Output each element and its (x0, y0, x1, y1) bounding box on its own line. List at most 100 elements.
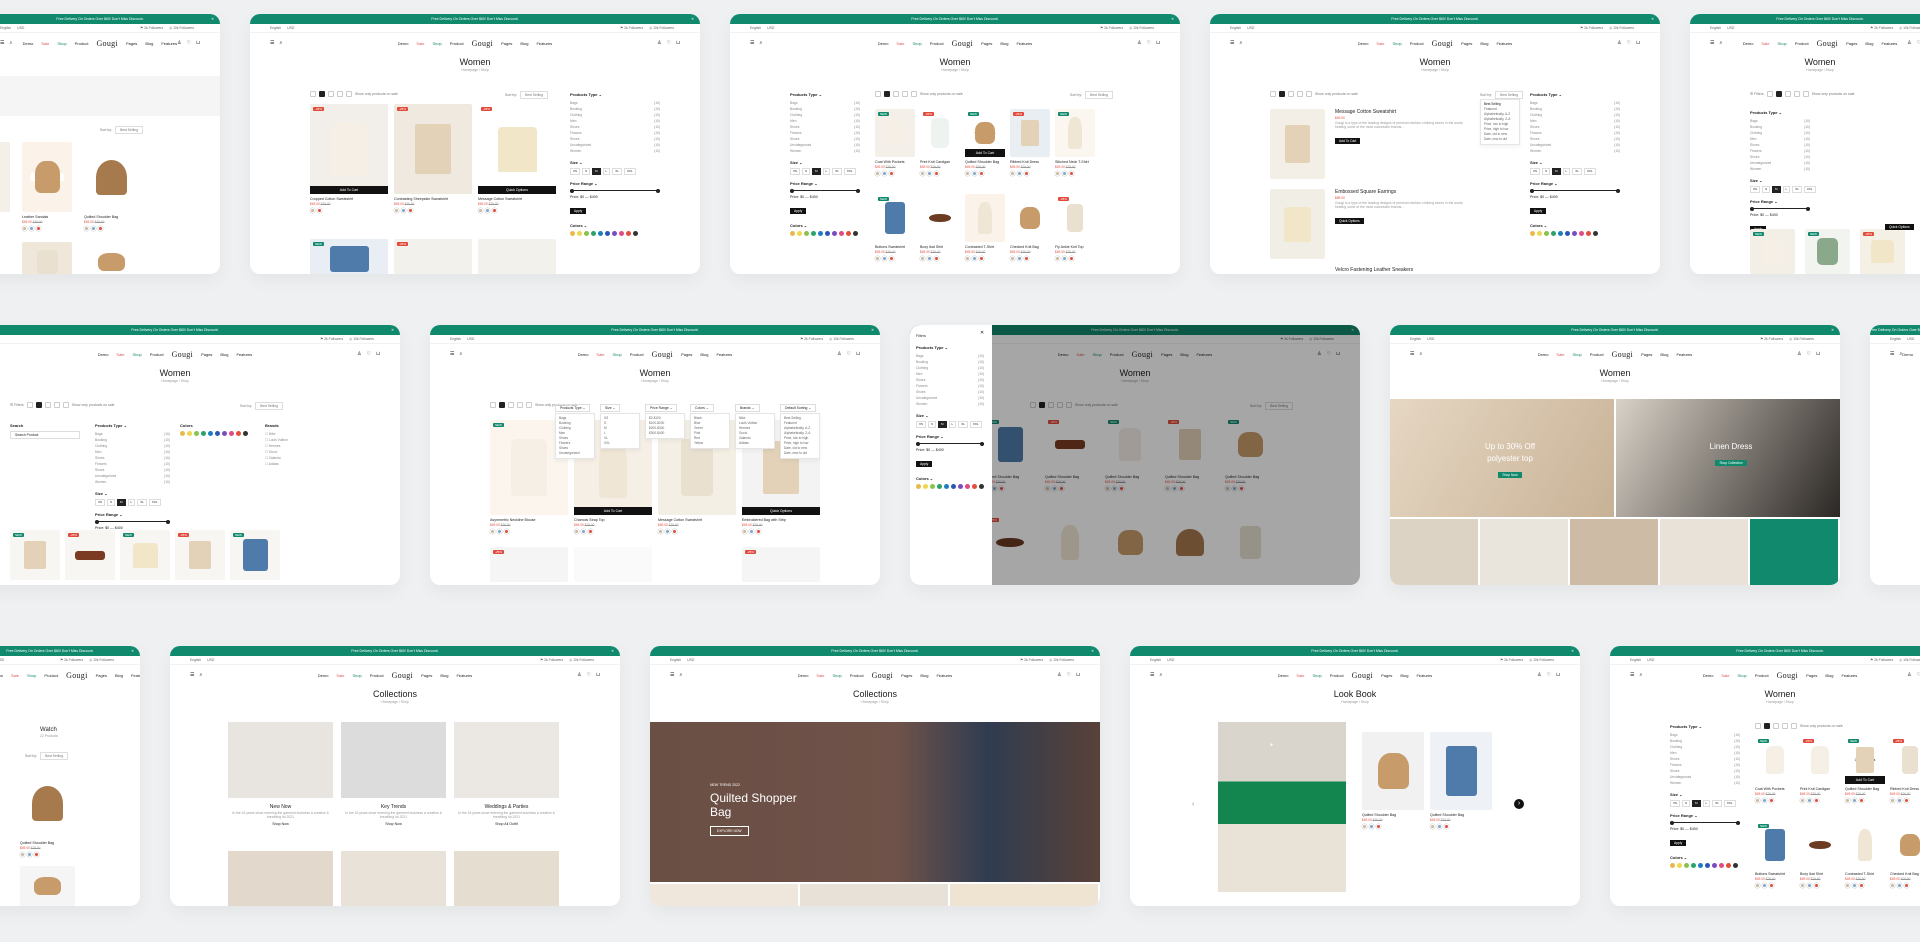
add-to-cart-button[interactable]: Quick Options (478, 186, 556, 194)
nav-item-product[interactable]: Product (1795, 41, 1809, 46)
color-filter-swatch[interactable] (818, 231, 823, 236)
filter-type-item[interactable]: Women (10) (95, 479, 170, 485)
color-filter-swatch[interactable] (916, 484, 921, 489)
product-card[interactable]: NEWAdd To CartQuick OptionsQuilted Shoul… (1845, 736, 1885, 803)
color-filter-swatch[interactable] (1670, 863, 1675, 868)
product-image[interactable] (22, 242, 72, 274)
color-filter-swatch[interactable] (846, 231, 851, 236)
size-option[interactable]: M (1552, 168, 1561, 175)
product-name[interactable]: Quilted Shoulder Bag (1845, 787, 1885, 791)
brand-item[interactable]: ☐ Adidas (265, 461, 335, 467)
currency-select[interactable]: USD (287, 26, 294, 30)
close-icon[interactable]: ✕ (391, 325, 394, 335)
colors-heading[interactable]: Colors ⌄ (1670, 855, 1740, 860)
grid-view-button-2[interactable] (319, 91, 325, 97)
grid-view-button-3[interactable] (1288, 91, 1294, 97)
color-filter-swatch[interactable] (1565, 231, 1570, 236)
color-filter-swatch[interactable] (797, 231, 802, 236)
hamburger-icon[interactable]: ☰ (270, 40, 274, 46)
color-swatch[interactable] (485, 208, 490, 213)
nav-item-demo[interactable]: Demo (578, 352, 589, 357)
wishlist-icon[interactable]: ♡ (1917, 672, 1920, 678)
nav-item-blog[interactable]: Blog (220, 352, 228, 357)
size-option[interactable]: XL (137, 499, 147, 506)
nav-item-blog[interactable]: Blog (520, 41, 528, 46)
product-card[interactable]: -25%Quick View Print Knit Cardigan$49.00 … (920, 109, 960, 176)
grid-view-button-1[interactable] (875, 91, 881, 97)
product-name[interactable]: Embossed Square Earrings (1335, 189, 1475, 195)
nav-item-features[interactable]: Features (536, 41, 552, 46)
color-swatch[interactable] (1010, 171, 1015, 176)
language-select[interactable]: English (750, 26, 761, 30)
price-range-heading[interactable]: Price Range ⌄ (790, 181, 860, 186)
nav-item-product[interactable]: Product (44, 673, 58, 678)
nav-item-features[interactable]: Features (131, 673, 140, 678)
color-swatch[interactable] (1897, 798, 1902, 803)
size-option[interactable]: XXL (623, 168, 636, 175)
nav-item-sale[interactable]: Sale (116, 352, 124, 357)
currency-select[interactable]: USD (1647, 658, 1654, 662)
size-option[interactable]: XXL (1803, 186, 1816, 193)
color-swatch[interactable] (1845, 798, 1850, 803)
account-icon[interactable]: ♙ (1537, 672, 1541, 678)
color-swatch[interactable] (478, 208, 483, 213)
sort-option[interactable]: Date, new to old (1484, 137, 1516, 142)
nav-item-blog[interactable]: Blog (1000, 41, 1008, 46)
color-swatch[interactable] (1807, 883, 1812, 888)
color-filter-swatch[interactable] (1551, 231, 1556, 236)
logo[interactable]: Gougi (872, 671, 894, 680)
wishlist-icon[interactable]: ♡ (1147, 40, 1151, 46)
product-card[interactable]: -25% (490, 547, 568, 582)
wishlist-icon[interactable]: ♡ (1067, 672, 1071, 678)
color-swatch[interactable] (22, 226, 27, 231)
cart-icon[interactable]: ⊔ (1816, 351, 1820, 357)
price-range-heading[interactable]: Price Range ⌄ (1530, 181, 1620, 186)
hamburger-icon[interactable]: ☰ (1150, 672, 1154, 678)
grid-view-button-3[interactable] (328, 91, 334, 97)
color-filter-swatch[interactable] (1705, 863, 1710, 868)
color-swatch[interactable] (408, 208, 413, 213)
nav-item-shop[interactable]: Shop (1737, 673, 1746, 678)
size-option[interactable]: XXL (148, 499, 161, 506)
currency-select[interactable]: USD (17, 26, 24, 30)
product-name[interactable]: Ribbed Knit Dress (1010, 160, 1050, 164)
product-image[interactable]: -25%Quick View (920, 109, 960, 157)
color-filter-swatch[interactable] (1684, 863, 1689, 868)
close-icon[interactable]: ✕ (1831, 325, 1834, 335)
nav-item-demo[interactable]: Demo (318, 673, 329, 678)
product-card[interactable] (0, 142, 10, 212)
color-swatch[interactable] (1376, 824, 1381, 829)
size-option[interactable]: L (822, 168, 831, 175)
product-name[interactable]: Boxy Ikat Shirt (1800, 872, 1840, 876)
close-icon[interactable]: ✕ (611, 646, 614, 656)
colors-heading[interactable]: Colors ⌄ (790, 223, 860, 228)
currency-select[interactable]: USD (1247, 26, 1254, 30)
language-select[interactable]: English (1630, 658, 1641, 662)
logo[interactable]: Gougi (472, 39, 494, 48)
size-option[interactable]: XXL (969, 421, 982, 428)
filters-button[interactable]: ☰ Filters (10, 403, 24, 407)
size-heading[interactable]: Size ⌄ (1750, 178, 1810, 183)
collection-image[interactable] (454, 722, 559, 798)
product-name[interactable]: Quilted Shoulder Bag (20, 841, 75, 845)
nav-item-pages[interactable]: Pages (501, 41, 512, 46)
price-handle-min[interactable] (95, 519, 99, 524)
filter-type-item[interactable]: Women (10) (790, 148, 860, 154)
products-type-heading[interactable]: Products Type ⌄ (1750, 110, 1810, 115)
nav-item-features[interactable]: Features (161, 41, 177, 46)
logo[interactable]: Gougi (392, 671, 414, 680)
price-handle-min[interactable] (1530, 188, 1534, 193)
product-image[interactable] (1362, 732, 1424, 810)
nav-item-pages[interactable]: Pages (96, 673, 107, 678)
filter-dropdown-option[interactable]: Adidas (739, 441, 771, 446)
color-filter-swatch[interactable] (923, 484, 928, 489)
cart-icon[interactable]: ⊔ (196, 40, 200, 46)
nav-item-features[interactable]: Features (1016, 41, 1032, 46)
nav-item-product[interactable]: Product (370, 673, 384, 678)
product-image[interactable]: NEW (1805, 229, 1850, 274)
nav-item-shop[interactable]: Shop (57, 41, 66, 46)
size-heading[interactable]: Size ⌄ (1670, 792, 1740, 797)
size-option[interactable]: L (1782, 186, 1791, 193)
price-handle-min[interactable] (916, 441, 920, 446)
filter-dropdown-toggle[interactable]: Size ⌄ (600, 404, 621, 412)
